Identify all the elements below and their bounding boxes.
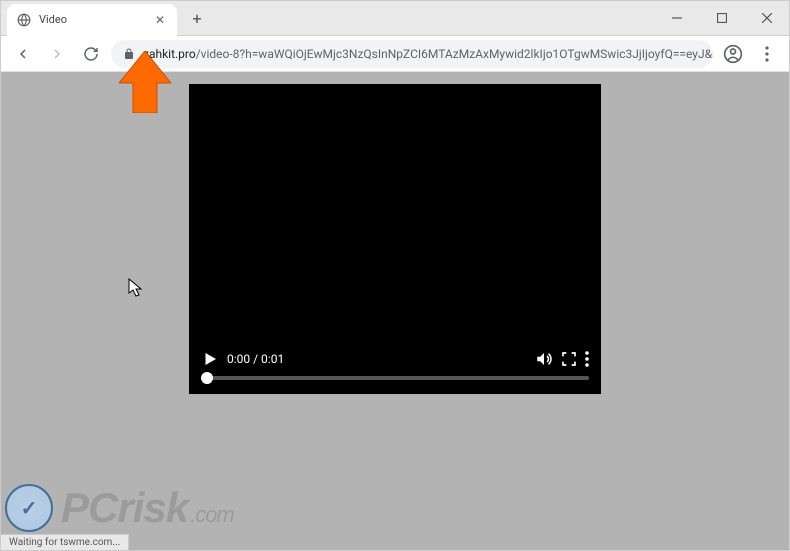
url-domain: zahkit.pro [143,47,196,61]
video-time-display: 0:00 / 0:01 [227,352,284,366]
window-controls [654,1,789,35]
url-path: /video-8?h=waWQiOjEwMjc3NzQsInNpZCI6MTAz… [196,47,713,61]
fullscreen-icon[interactable] [561,351,577,367]
reload-button[interactable] [77,40,105,68]
page-content: 0:00 / 0:01 Waiting for tswme.com... [1,72,789,550]
volume-icon[interactable] [535,350,553,368]
play-button[interactable] [201,350,219,368]
maximize-button[interactable] [699,1,744,35]
video-controls-bar: 0:00 / 0:01 [189,344,601,394]
browser-tab[interactable]: Video ✕ [7,4,177,36]
kebab-menu-icon[interactable] [753,46,781,62]
video-progress-bar[interactable] [201,376,589,380]
forward-button[interactable] [43,40,71,68]
close-tab-icon[interactable]: ✕ [153,11,167,29]
minimize-button[interactable] [654,1,699,35]
window-titlebar: Video ✕ + [1,1,789,36]
profile-icon[interactable] [719,40,747,68]
back-button[interactable] [9,40,37,68]
new-tab-button[interactable]: + [187,9,207,28]
video-player[interactable]: 0:00 / 0:01 [189,84,601,394]
lock-icon [123,48,135,60]
tab-title: Video [39,13,153,26]
close-window-button[interactable] [744,1,789,35]
status-bar: Waiting for tswme.com... [1,534,129,550]
progress-thumb[interactable] [201,372,213,384]
status-text: Waiting for tswme.com... [9,537,120,548]
globe-icon [17,13,31,27]
address-bar[interactable]: zahkit.pro /video-8?h=waWQiOjEwMjc3NzQsI… [111,40,713,68]
mouse-cursor-icon [128,278,144,302]
video-more-icon[interactable] [585,351,589,367]
browser-toolbar: zahkit.pro /video-8?h=waWQiOjEwMjc3NzQsI… [1,36,789,72]
